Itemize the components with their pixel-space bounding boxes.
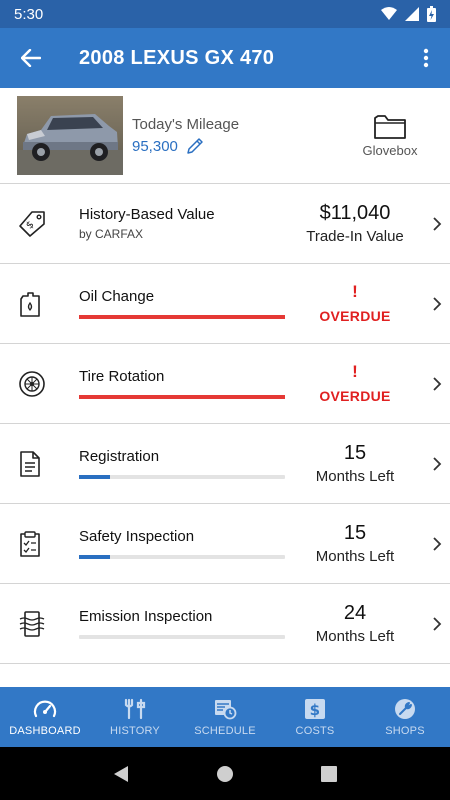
item-caption: Trade-In Value <box>306 228 404 245</box>
list-item-registration[interactable]: Registration 15 Months Left <box>0 424 450 504</box>
signal-icon <box>405 7 419 21</box>
months-left-value: 24 <box>343 602 367 624</box>
app-bar: 2008 LEXUS GX 470 <box>0 28 450 88</box>
chevron-right-icon <box>433 536 442 551</box>
status-overdue: OVERDUE <box>319 307 391 324</box>
progress-fill <box>79 555 110 559</box>
emission-icon <box>19 610 45 637</box>
glovebox-label: Glovebox <box>362 143 418 158</box>
list-item-tire-rotation[interactable]: Tire Rotation ! OVERDUE <box>0 344 450 424</box>
item-caption: Months Left <box>315 628 395 645</box>
item-name: Oil Change <box>79 288 155 305</box>
tab-label: HISTORY <box>110 724 160 737</box>
chevron-right-icon <box>433 216 442 231</box>
progress-bar <box>79 315 285 319</box>
system-icons <box>381 6 436 22</box>
tab-label: SHOPS <box>385 724 425 737</box>
trade-in-value: $11,040 <box>319 202 391 224</box>
status-overdue: OVERDUE <box>319 387 391 404</box>
glovebox-button[interactable]: Glovebox <box>340 113 440 158</box>
tire-icon <box>19 370 45 397</box>
tab-history[interactable]: HISTORY <box>90 687 180 747</box>
item-name: Tire Rotation <box>79 368 165 385</box>
calendar-clock-icon <box>215 699 237 719</box>
mileage-label: Today's Mileage <box>132 116 240 133</box>
status-bar: 5:30 <box>0 0 450 28</box>
wrench-icon <box>395 698 415 719</box>
mileage-edit[interactable]: 95,300 <box>132 137 340 155</box>
back-button[interactable] <box>0 28 62 88</box>
system-navigation-bar <box>0 747 450 800</box>
chevron-right-icon <box>433 616 442 631</box>
svg-text:$: $ <box>24 219 36 231</box>
oil-jug-icon <box>20 291 40 317</box>
progress-fill <box>79 475 110 479</box>
progress-fill <box>79 395 285 399</box>
item-name: Emission Inspection <box>79 608 213 625</box>
nav-home-icon[interactable] <box>216 765 234 783</box>
tab-label: COSTS <box>295 724 335 737</box>
dollar-icon: $ <box>305 698 325 719</box>
tab-costs[interactable]: $ COSTS <box>270 687 360 747</box>
arrow-left-icon <box>21 49 41 67</box>
battery-icon <box>427 6 436 22</box>
list-item-safety-inspection[interactable]: Safety Inspection 15 Months Left <box>0 504 450 584</box>
chevron-right-icon <box>433 456 442 471</box>
item-caption: Months Left <box>315 468 395 485</box>
alert-icon: ! <box>352 281 358 301</box>
list-item-oil-change[interactable]: Oil Change ! OVERDUE <box>0 264 450 344</box>
item-name: Registration <box>79 448 160 465</box>
item-name: History-Based Value <box>79 206 215 223</box>
page-title: 2008 LEXUS GX 470 <box>79 46 275 69</box>
item-caption: Months Left <box>315 548 395 565</box>
chevron-right-icon <box>433 376 442 391</box>
nav-back-icon[interactable] <box>113 765 129 783</box>
clipboard-check-icon <box>20 530 40 557</box>
svg-text:$: $ <box>310 701 321 719</box>
overflow-menu-button[interactable] <box>402 28 450 88</box>
progress-bar <box>79 635 285 639</box>
speedometer-icon <box>33 700 57 717</box>
tab-label: DASHBOARD <box>9 724 81 737</box>
progress-fill <box>79 315 285 319</box>
progress-bar <box>79 395 285 399</box>
more-vertical-icon <box>423 48 429 68</box>
vehicle-header: Today's Mileage 95,300 Glovebox <box>0 88 450 184</box>
bottom-navigation: DASHBOARD HISTORY SCHEDULE $ COSTS SHOPS <box>0 687 450 747</box>
wifi-icon <box>381 7 397 20</box>
list-item-history-value[interactable]: $ History-Based Value by CARFAX $11,040 … <box>0 184 450 264</box>
nav-recents-icon[interactable] <box>320 765 337 782</box>
chevron-right-icon <box>433 296 442 311</box>
mileage-block: Today's Mileage 95,300 <box>132 116 340 155</box>
document-icon <box>20 450 40 477</box>
price-tag-icon: $ <box>19 210 45 237</box>
status-time: 5:30 <box>14 5 44 23</box>
months-left-value: 15 <box>343 442 367 464</box>
alert-icon: ! <box>352 361 358 381</box>
item-name: Safety Inspection <box>79 528 195 545</box>
tab-label: SCHEDULE <box>194 724 256 737</box>
progress-bar <box>79 555 285 559</box>
item-subtitle: by CARFAX <box>79 227 144 241</box>
tab-schedule[interactable]: SCHEDULE <box>180 687 270 747</box>
pencil-icon[interactable] <box>186 137 204 155</box>
tab-shops[interactable]: SHOPS <box>360 687 450 747</box>
folder-icon <box>374 115 406 139</box>
vehicle-photo[interactable] <box>17 96 123 175</box>
progress-bar <box>79 475 285 479</box>
mileage-value[interactable]: 95,300 <box>132 138 178 155</box>
tab-dashboard[interactable]: DASHBOARD <box>0 687 90 747</box>
list-item-emission-inspection[interactable]: Emission Inspection 24 Months Left <box>0 584 450 664</box>
months-left-value: 15 <box>343 522 367 544</box>
tools-icon <box>124 698 146 719</box>
